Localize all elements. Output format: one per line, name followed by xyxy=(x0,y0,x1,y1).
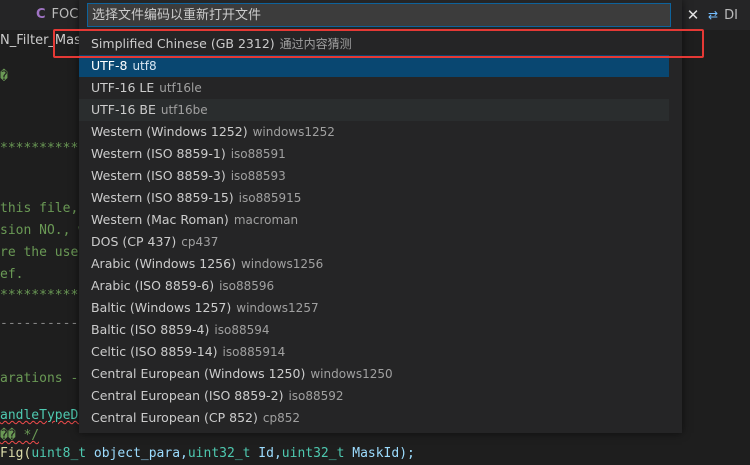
encoding-desc: utf8 xyxy=(132,59,157,73)
list-item[interactable]: Western (Windows 1252) windows1252 xyxy=(79,121,669,143)
code-line: this file, xyxy=(0,201,79,216)
encoding-desc: iso88592 xyxy=(288,389,344,403)
encoding-desc: iso88591 xyxy=(230,147,286,161)
code-token: uint8_t xyxy=(31,446,87,461)
code-token: Id, xyxy=(250,446,282,461)
encoding-desc: iso88596 xyxy=(219,279,275,293)
code-token: MaskId); xyxy=(344,446,415,461)
list-item[interactable]: Celtic (ISO 8859-14) iso885914 xyxy=(79,341,669,363)
encoding-desc: windows1256 xyxy=(240,257,324,271)
code-token: object_para, xyxy=(86,446,188,461)
list-item[interactable]: Baltic (ISO 8859-4) iso88594 xyxy=(79,319,669,341)
encoding-desc: cp437 xyxy=(181,235,219,249)
list-item[interactable]: Central European (CP 852) cp852 xyxy=(79,407,669,429)
list-item[interactable]: Arabic (ISO 8859-6) iso88596 xyxy=(79,275,669,297)
list-item[interactable]: Central European (Windows 1250) windows12… xyxy=(79,363,669,385)
encoding-label: Central European (ISO 8859-2) xyxy=(91,388,284,403)
code-line: ef. xyxy=(0,267,24,282)
list-item[interactable]: Western (ISO 8859-3) iso88593 xyxy=(79,165,669,187)
encoding-label: Celtic (ISO 8859-14) xyxy=(91,344,218,359)
close-icon[interactable]: ✕ xyxy=(684,6,702,24)
encoding-quick-pick: Simplified Chinese (GB 2312)通过内容猜测 UTF-8… xyxy=(79,0,682,433)
encoding-label: Baltic (Windows 1257) xyxy=(91,300,232,315)
encoding-desc: windows1250 xyxy=(310,367,393,381)
encoding-label: Western (Windows 1252) xyxy=(91,124,248,139)
encoding-label: Central European (CP 852) xyxy=(91,410,258,425)
encoding-desc: windows1252 xyxy=(252,125,335,139)
list-item[interactable]: UTF-8 utf8 xyxy=(79,55,669,77)
encoding-desc: utf16be xyxy=(160,103,208,117)
encoding-label: UTF-16 LE xyxy=(91,80,155,95)
code-line: sion NO., w xyxy=(0,223,87,238)
tab-label: DI xyxy=(724,8,738,23)
encoding-list: Simplified Chinese (GB 2312) 通过内容猜测 UTF-8… xyxy=(79,33,669,429)
encoding-label: Western (ISO 8859-1) xyxy=(91,146,226,161)
tab-di[interactable]: ⇄ DI xyxy=(708,0,738,30)
code-token: uint32_t xyxy=(187,446,251,461)
code-token: �� */ xyxy=(0,428,40,443)
encoding-desc: utf16le xyxy=(159,81,202,95)
code-line: � xyxy=(0,69,8,84)
list-item[interactable]: Western (ISO 8859-1) iso88591 xyxy=(79,143,669,165)
code-token: andleTypeDe xyxy=(0,408,87,423)
encoding-desc: cp852 xyxy=(262,411,300,425)
encoding-label: DOS (CP 437) xyxy=(91,234,177,249)
encoding-desc: iso88593 xyxy=(230,169,286,183)
list-item[interactable]: Central European (ISO 8859-2) iso88592 xyxy=(79,385,669,407)
tab-label: FOC xyxy=(51,7,79,22)
encoding-desc: iso885914 xyxy=(222,345,286,359)
code-token: Fig( xyxy=(0,446,32,461)
list-item[interactable]: Western (Mac Roman) macroman xyxy=(79,209,669,231)
code-token: uint32_t xyxy=(281,446,345,461)
encoding-search-input[interactable] xyxy=(87,3,671,27)
code-line: Fig(uint8_t object_para,uint32_t Id,uint… xyxy=(0,443,415,464)
tab-foc[interactable]: C FOC xyxy=(36,0,78,30)
list-item[interactable]: Western (ISO 8859-15) iso885915 xyxy=(79,187,669,209)
encoding-label: Baltic (ISO 8859-4) xyxy=(91,322,210,337)
c-file-icon: C xyxy=(36,7,46,22)
encoding-label: Arabic (Windows 1256) xyxy=(91,256,236,271)
encoding-label: Western (ISO 8859-15) xyxy=(91,190,234,205)
encoding-desc: iso885915 xyxy=(238,191,302,205)
encoding-label: Western (Mac Roman) xyxy=(91,212,229,227)
encoding-desc: iso88594 xyxy=(214,323,270,337)
list-item[interactable]: Arabic (Windows 1256) windows1256 xyxy=(79,253,669,275)
encoding-label: UTF-8 xyxy=(91,58,128,73)
code-line: andleTypeDe xyxy=(0,405,86,426)
encoding-label: Western (ISO 8859-3) xyxy=(91,168,226,183)
list-item[interactable]: DOS (CP 437) cp437 xyxy=(79,231,669,253)
encoding-label: Arabic (ISO 8859-6) xyxy=(91,278,215,293)
encoding-label: Central European (Windows 1250) xyxy=(91,366,306,381)
code-line: re the user xyxy=(0,245,87,260)
encoding-desc: windows1257 xyxy=(236,301,319,315)
list-item[interactable]: Baltic (Windows 1257) windows1257 xyxy=(79,297,669,319)
encoding-label: UTF-16 BE xyxy=(91,102,156,117)
highlight-annotation xyxy=(53,29,704,58)
list-item[interactable]: UTF-16 LE utf16le xyxy=(79,77,669,99)
encoding-desc: macroman xyxy=(233,213,299,227)
diff-icon: ⇄ xyxy=(708,8,719,22)
list-item[interactable]: UTF-16 BE utf16be xyxy=(79,99,669,121)
